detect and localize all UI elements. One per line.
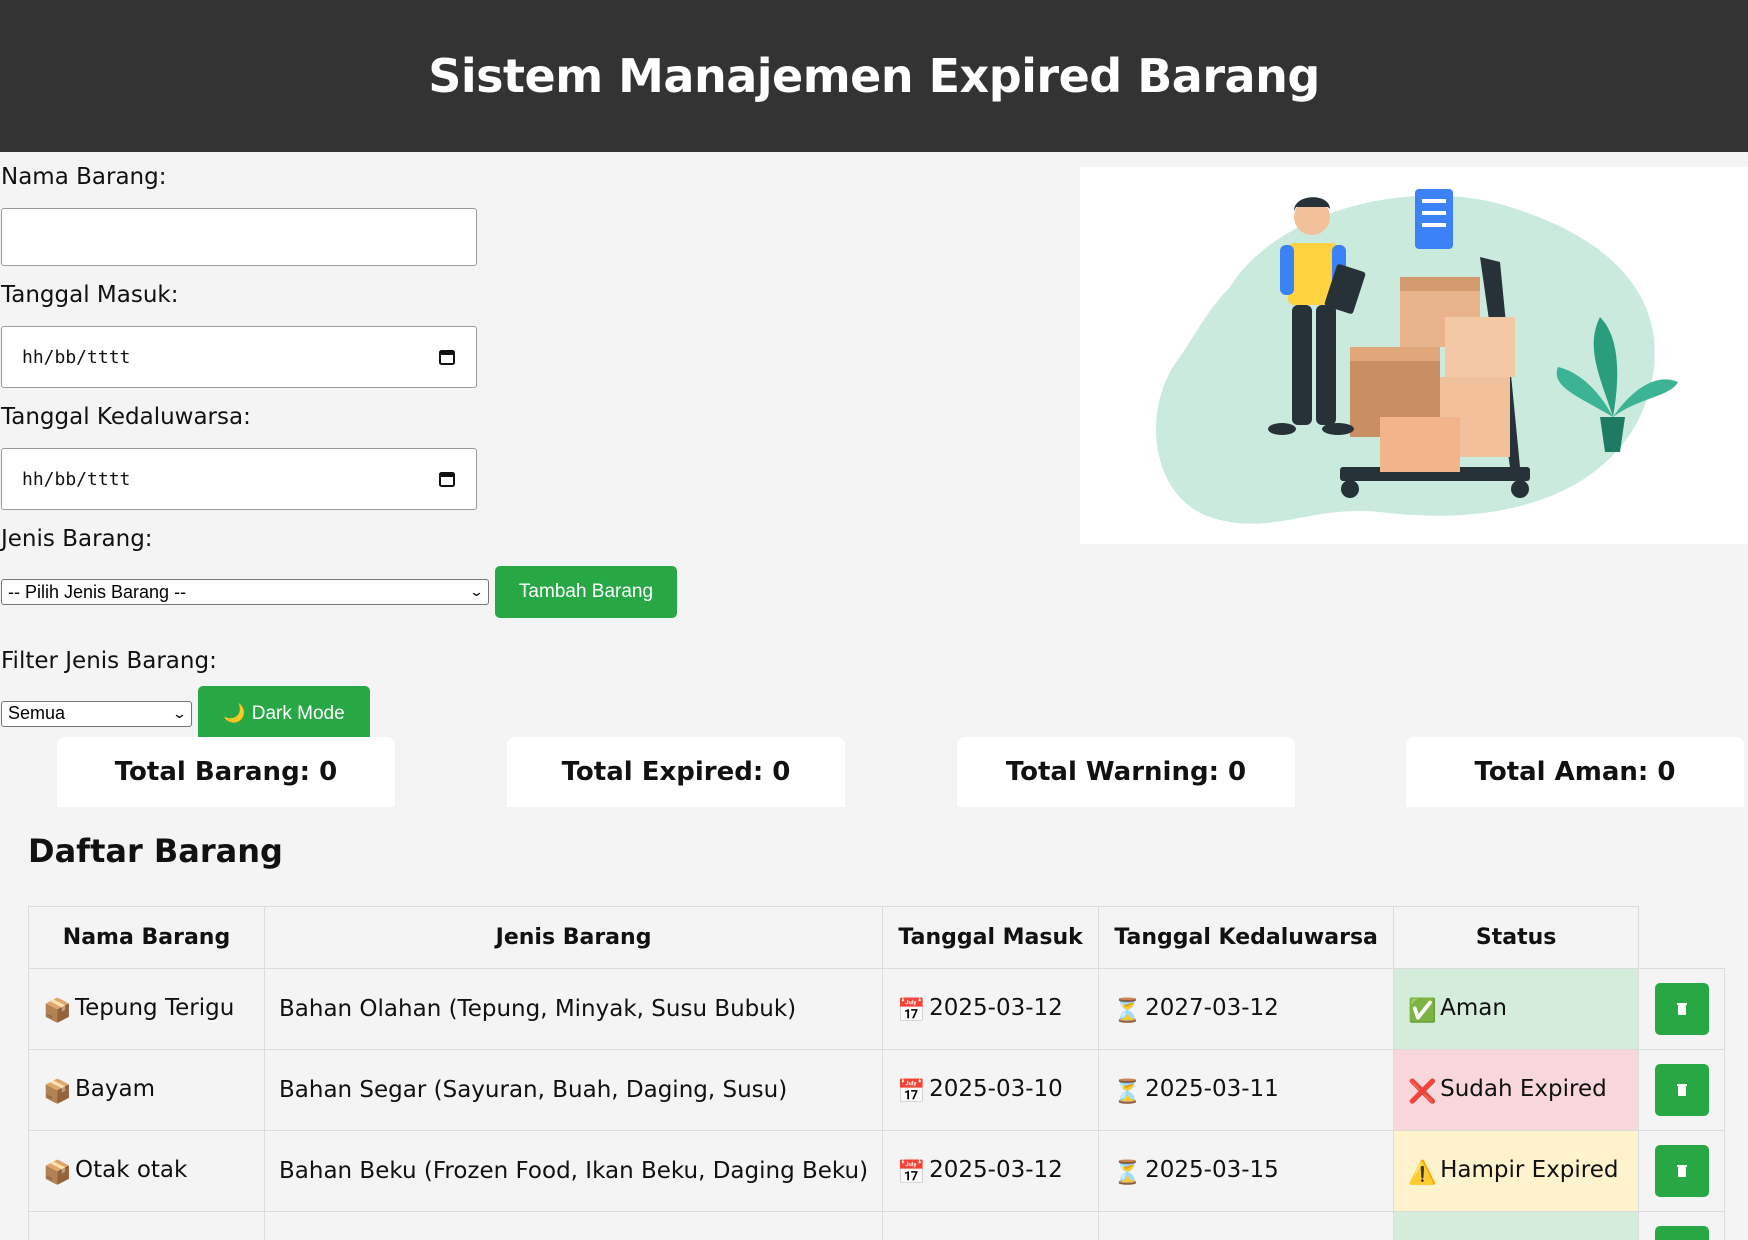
- delete-button[interactable]: [1654, 1145, 1709, 1197]
- trash-icon: [1676, 1165, 1687, 1177]
- tambah-barang-button[interactable]: Tambah Barang: [495, 566, 677, 618]
- stat-total-warning: Total Warning: 0: [957, 737, 1295, 807]
- page-title: Sistem Manajemen Expired Barang: [428, 49, 1320, 103]
- warehouse-illustration: [1080, 167, 1748, 544]
- chevron-down-icon: ⌄: [468, 584, 485, 599]
- tanggal-kedaluwarsa-label: Tanggal Kedaluwarsa:: [1, 404, 251, 430]
- item-name: Bayam: [75, 1075, 155, 1102]
- daftar-barang-title: Daftar Barang: [28, 832, 283, 870]
- date-placeholder: hh/bb/tttt: [22, 468, 131, 490]
- cell-status: [1393, 1211, 1640, 1240]
- item-name: Otak otak: [75, 1156, 188, 1183]
- date-exp: 2027-03-12: [1145, 994, 1279, 1021]
- table-row: 📦 Tepung Terigu Bahan Olahan (Tepung, Min…: [28, 968, 1726, 1050]
- check-icon: ✅: [1408, 997, 1437, 1024]
- status-text: Aman: [1440, 994, 1507, 1021]
- col-jenis-barang: Jenis Barang: [263, 906, 884, 969]
- jenis-barang-label: Jenis Barang:: [1, 526, 153, 552]
- cell-jenis: Bahan Segar (Sayuran, Buah, Daging, Susu…: [263, 1049, 884, 1131]
- cell-masuk: [882, 1211, 1100, 1240]
- cell-masuk: 📅 2025-03-12: [882, 968, 1100, 1050]
- jenis-barang-select[interactable]: -- Pilih Jenis Barang -- ⌄: [1, 579, 489, 605]
- cell-masuk: 📅 2025-03-12: [882, 1130, 1100, 1212]
- box-icon: 📦: [43, 1159, 72, 1186]
- tanggal-masuk-input[interactable]: hh/bb/tttt: [1, 326, 477, 388]
- trash-icon: [1676, 1003, 1687, 1015]
- date-masuk: 2025-03-12: [929, 1156, 1063, 1183]
- cell-action: [1638, 1049, 1726, 1131]
- cell-nama: 📦 Tepung Terigu: [28, 968, 265, 1050]
- cell-exp: ⏳ 2027-03-12: [1098, 968, 1395, 1050]
- cell-action: [1638, 1211, 1726, 1240]
- items-table: Nama Barang Jenis Barang Tanggal Masuk T…: [28, 906, 1726, 1240]
- cell-nama: [28, 1211, 265, 1240]
- cell-jenis: Bahan Beku (Frozen Food, Ikan Beku, Dagi…: [263, 1130, 884, 1212]
- tanggal-masuk-label: Tanggal Masuk:: [1, 282, 179, 308]
- cell-action: [1638, 968, 1726, 1050]
- date-exp: 2025-03-11: [1145, 1075, 1279, 1102]
- cell-status: ❌ Sudah Expired: [1393, 1049, 1640, 1131]
- warning-icon: ⚠️: [1408, 1159, 1437, 1186]
- col-status: Status: [1393, 906, 1640, 969]
- box-icon: 📦: [43, 1078, 72, 1105]
- col-tanggal-kedaluwarsa: Tanggal Kedaluwarsa: [1098, 906, 1395, 969]
- filter-selected: Semua: [8, 703, 66, 723]
- calendar-icon: 📅: [897, 997, 926, 1024]
- cell-nama: 📦 Otak otak: [28, 1130, 265, 1212]
- cell-masuk: 📅 2025-03-10: [882, 1049, 1100, 1131]
- tanggal-kedaluwarsa-input[interactable]: hh/bb/tttt: [1, 448, 477, 510]
- cell-exp: [1098, 1211, 1395, 1240]
- cell-action: [1638, 1130, 1726, 1212]
- col-action: [1638, 906, 1725, 969]
- stat-total-aman: Total Aman: 0: [1406, 737, 1744, 807]
- cell-jenis: [263, 1211, 884, 1240]
- hourglass-icon: ⏳: [1113, 1159, 1142, 1186]
- table-row: 📦 Otak otak Bahan Beku (Frozen Food, Ikan…: [28, 1130, 1726, 1212]
- page-header: Sistem Manajemen Expired Barang: [0, 0, 1748, 152]
- cell-status: ✅ Aman: [1393, 968, 1640, 1050]
- add-item-form: Nama Barang: Tanggal Masuk: hh/bb/tttt T…: [1, 164, 701, 741]
- item-name: Tepung Terigu: [75, 994, 235, 1021]
- table-row: 📦 Bayam Bahan Segar (Sayuran, Buah, Dagin…: [28, 1049, 1726, 1131]
- date-masuk: 2025-03-10: [929, 1075, 1063, 1102]
- status-text: Sudah Expired: [1440, 1075, 1607, 1102]
- col-nama-barang: Nama Barang: [28, 906, 265, 969]
- status-text: Hampir Expired: [1440, 1156, 1619, 1183]
- table-row: [28, 1211, 1726, 1240]
- date-masuk: 2025-03-12: [929, 994, 1063, 1021]
- stat-total-expired: Total Expired: 0: [507, 737, 845, 807]
- hourglass-icon: ⏳: [1113, 1078, 1142, 1105]
- date-exp: 2025-03-15: [1145, 1156, 1279, 1183]
- calendar-icon: 📅: [897, 1159, 926, 1186]
- cell-exp: ⏳ 2025-03-15: [1098, 1130, 1395, 1212]
- col-tanggal-masuk: Tanggal Masuk: [882, 906, 1100, 969]
- dark-mode-button[interactable]: 🌙 Dark Mode: [198, 686, 370, 741]
- moon-icon: 🌙: [223, 703, 246, 723]
- cell-jenis: Bahan Olahan (Tepung, Minyak, Susu Bubuk…: [263, 968, 884, 1050]
- cell-status: ⚠️ Hampir Expired: [1393, 1130, 1640, 1212]
- cell-exp: ⏳ 2025-03-11: [1098, 1049, 1395, 1131]
- delete-button[interactable]: [1654, 1226, 1709, 1240]
- chevron-down-icon: ⌄: [171, 705, 188, 721]
- table-header-row: Nama Barang Jenis Barang Tanggal Masuk T…: [28, 906, 1725, 969]
- calendar-icon[interactable]: [438, 470, 456, 488]
- dark-mode-label: Dark Mode: [251, 702, 345, 724]
- filter-jenis-label: Filter Jenis Barang:: [1, 648, 217, 674]
- nama-barang-label: Nama Barang:: [1, 164, 167, 190]
- jenis-barang-selected: -- Pilih Jenis Barang --: [8, 581, 187, 602]
- hourglass-icon: ⏳: [1113, 997, 1142, 1024]
- date-placeholder: hh/bb/tttt: [22, 346, 131, 368]
- box-icon: 📦: [43, 997, 72, 1024]
- calendar-icon: 📅: [897, 1078, 926, 1105]
- stat-total-barang: Total Barang: 0: [57, 737, 395, 807]
- cross-icon: ❌: [1408, 1078, 1437, 1105]
- cell-nama: 📦 Bayam: [28, 1049, 265, 1131]
- trash-icon: [1676, 1084, 1687, 1096]
- nama-barang-input[interactable]: [1, 208, 477, 266]
- daftar-barang-section: Daftar Barang Nama Barang Jenis Barang T…: [0, 824, 1748, 1240]
- filter-jenis-select[interactable]: Semua ⌄: [1, 700, 192, 727]
- calendar-icon[interactable]: [438, 348, 456, 366]
- delete-button[interactable]: [1654, 983, 1709, 1035]
- delete-button[interactable]: [1654, 1064, 1709, 1116]
